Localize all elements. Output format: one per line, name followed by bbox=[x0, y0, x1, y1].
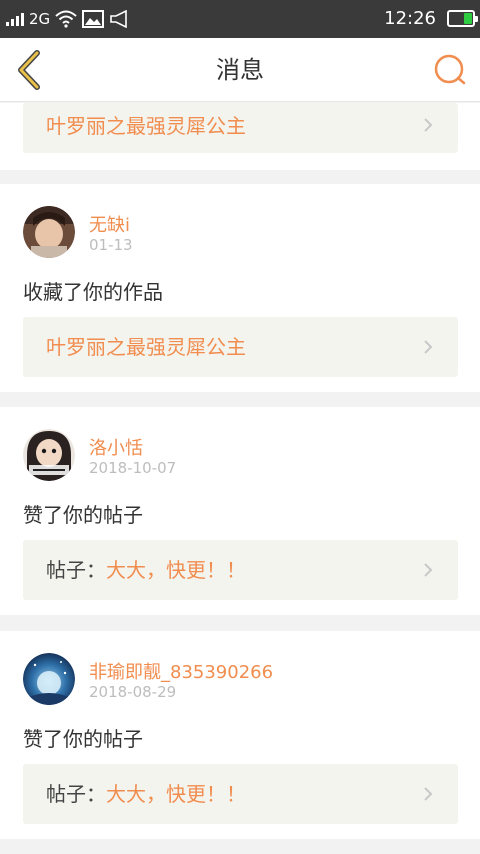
reference-prefix: 帖子： bbox=[46, 558, 106, 582]
header-bar: 消息 bbox=[0, 38, 480, 102]
battery-icon bbox=[447, 10, 478, 27]
reference-title: 大大，快更！！ bbox=[106, 782, 246, 806]
username[interactable]: 无缺i bbox=[89, 211, 130, 237]
reference-title: 大大，快更！！ bbox=[106, 558, 246, 582]
network-type: 2G bbox=[29, 10, 51, 28]
search-button[interactable] bbox=[430, 50, 470, 90]
message-date: 01-13 bbox=[89, 236, 133, 254]
back-button[interactable] bbox=[10, 48, 54, 92]
message-card: 洛小恬 2018-10-07 赞了你的帖子 帖子：大大，快更！！ bbox=[0, 407, 480, 615]
reference-title: 叶罗丽之最强灵犀公主 bbox=[46, 114, 246, 138]
reference-link[interactable]: 帖子：大大，快更！！ bbox=[23, 764, 458, 824]
page-title: 消息 bbox=[216, 56, 264, 84]
reference-title: 叶罗丽之最强灵犀公主 bbox=[46, 335, 246, 359]
avatar[interactable] bbox=[23, 429, 75, 481]
message-date: 2018-10-07 bbox=[89, 459, 177, 477]
image-icon bbox=[82, 10, 105, 28]
reference-link[interactable]: 叶罗丽之最强灵犀公主 bbox=[23, 317, 458, 377]
chevron-right-icon bbox=[424, 340, 433, 354]
message-card: 非瑜即靓_835390266 2018-08-29 赞了你的帖子 帖子：大大，快… bbox=[0, 631, 480, 839]
message-card-partial: 叶罗丽之最强灵犀公主 bbox=[0, 103, 480, 170]
clock: 12:26 bbox=[384, 8, 436, 29]
wifi-icon bbox=[55, 10, 77, 28]
action-text: 收藏了你的作品 bbox=[23, 280, 163, 304]
reference-prefix: 帖子： bbox=[46, 782, 106, 806]
signal-icon bbox=[6, 12, 24, 26]
status-icons: 2G bbox=[6, 8, 129, 30]
action-text: 赞了你的帖子 bbox=[23, 727, 143, 751]
reference-link[interactable]: 帖子：大大，快更！！ bbox=[23, 540, 458, 600]
status-bar: 2G 12:26 bbox=[0, 0, 480, 38]
message-card: 无缺i 01-13 收藏了你的作品 叶罗丽之最强灵犀公主 bbox=[0, 184, 480, 392]
reference-link[interactable]: 叶罗丽之最强灵犀公主 bbox=[23, 103, 458, 153]
message-date: 2018-08-29 bbox=[89, 683, 177, 701]
username[interactable]: 非瑜即靓_835390266 bbox=[89, 658, 273, 684]
avatar[interactable] bbox=[23, 206, 75, 258]
avatar[interactable] bbox=[23, 653, 75, 705]
chevron-right-icon bbox=[424, 787, 433, 801]
chevron-right-icon bbox=[424, 118, 433, 132]
action-text: 赞了你的帖子 bbox=[23, 503, 143, 527]
chevron-right-icon bbox=[424, 563, 433, 577]
speaker-icon bbox=[110, 10, 127, 28]
username[interactable]: 洛小恬 bbox=[89, 434, 143, 460]
